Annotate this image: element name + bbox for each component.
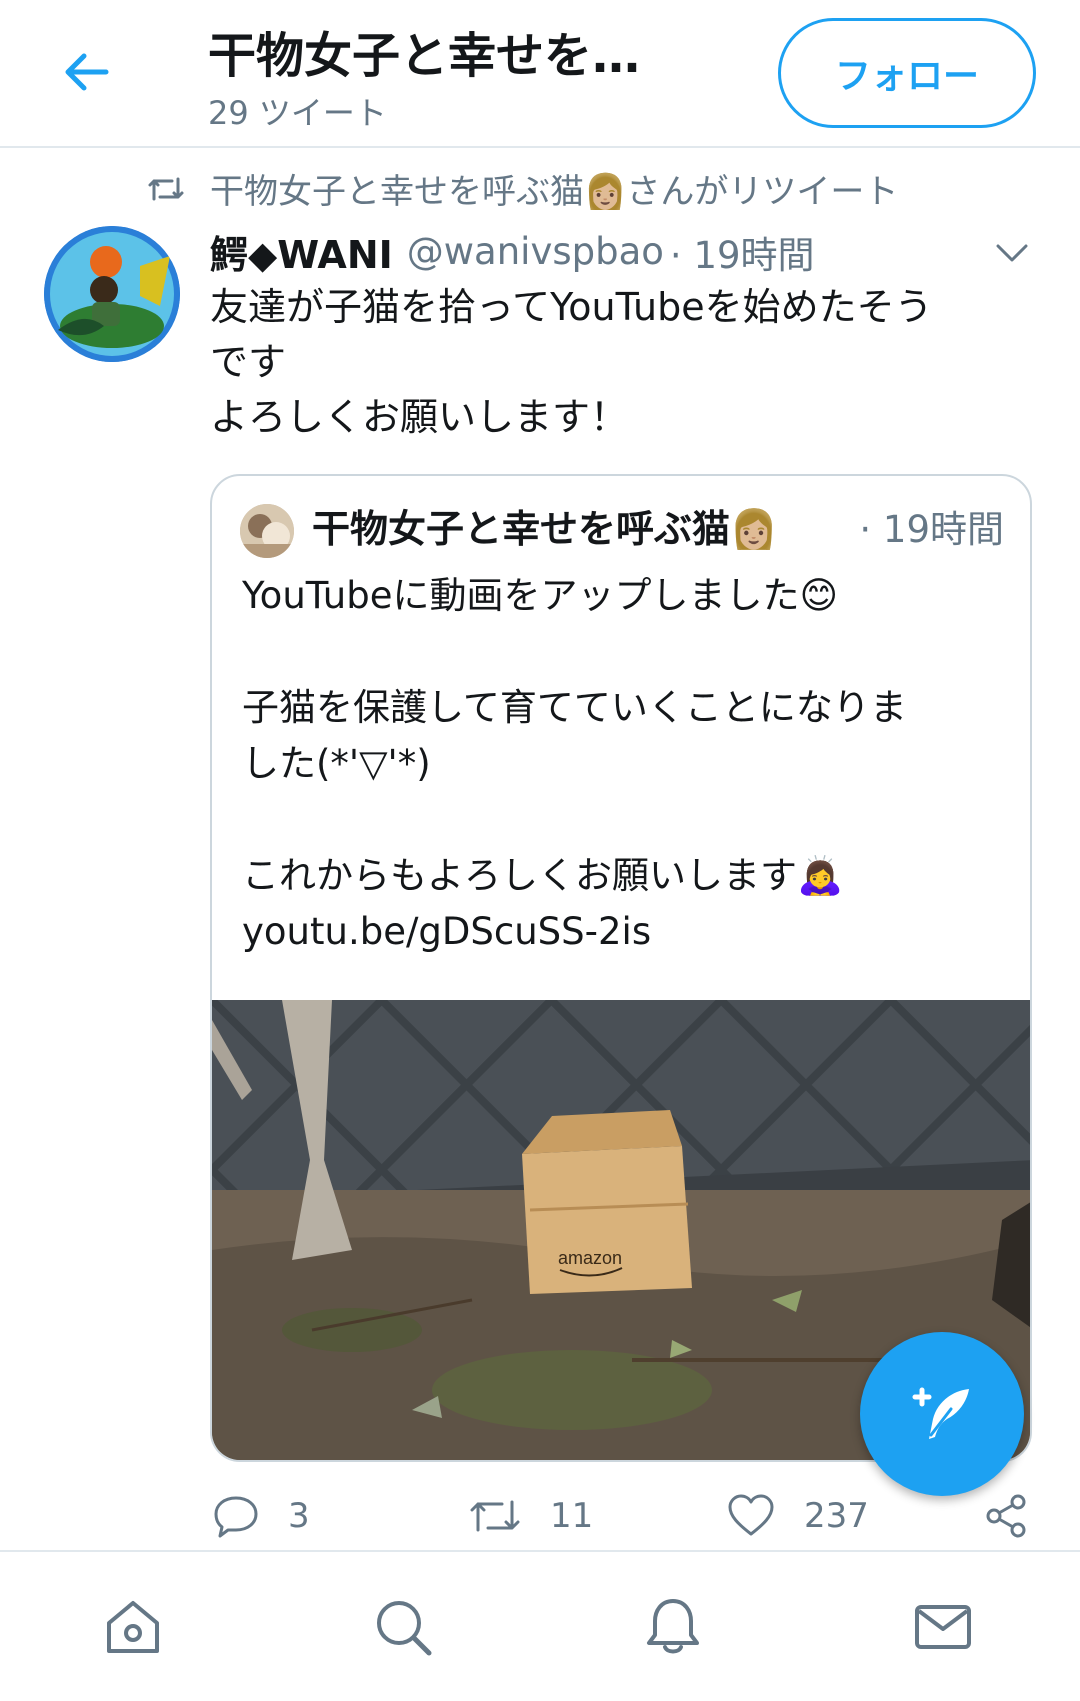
quoted-text-line: 子猫を保護して育てていくことになりま xyxy=(242,686,907,729)
like-button[interactable]: 237 xyxy=(726,1484,869,1548)
quoted-text-line xyxy=(242,624,1012,680)
box-label: amazon xyxy=(558,1248,622,1268)
nav-search[interactable] xyxy=(368,1592,438,1662)
search-icon xyxy=(377,1601,432,1656)
reply-icon xyxy=(214,1496,258,1538)
quoted-author-avatar xyxy=(240,504,294,558)
home-icon xyxy=(107,1601,159,1653)
quoted-text-line xyxy=(242,792,1012,848)
tweet-text-line: です xyxy=(210,340,287,384)
profile-header: 干物女子と幸せを… 29 ツイート フォロー xyxy=(0,0,1080,148)
quoted-text-line: これからもよろしくお願いします🙇‍♀️ xyxy=(242,854,844,897)
author-avatar[interactable] xyxy=(44,226,180,362)
quoted-tweet-text: YouTubeに動画をアップしました😊 子猫を保護して育てていくことになりま し… xyxy=(242,568,1012,960)
notifications-icon xyxy=(647,1599,699,1654)
quoted-text-line: した(*'▽'*) xyxy=(242,742,431,785)
share-icon xyxy=(986,1494,1026,1538)
tweet-text-line: 友達が子猫を拾ってYouTubeを始めたそう xyxy=(210,285,933,329)
quoted-author-name: 干物女子と幸せを呼ぶ猫👩🏼 xyxy=(312,507,778,551)
heart-icon xyxy=(728,1494,774,1536)
bottom-navigation xyxy=(0,1550,1080,1701)
nav-messages[interactable] xyxy=(908,1592,978,1662)
author-handle[interactable]: @wanivspbao xyxy=(407,230,664,273)
compose-feather-icon xyxy=(912,1387,969,1439)
tweet-action-bar: 3 11 237 xyxy=(0,1484,1080,1548)
reply-count: 3 xyxy=(288,1496,310,1536)
retweet-count: 11 xyxy=(550,1496,594,1536)
retweet-context[interactable]: 干物女子と幸せを呼ぶ猫👩🏼さんがリツイート xyxy=(146,164,898,213)
retweet-button[interactable]: 11 xyxy=(468,1484,593,1548)
tweet-text-line: よろしくお願いします！ xyxy=(210,395,629,439)
retweet-context-text: 干物女子と幸せを呼ぶ猫👩🏼さんがリツイート xyxy=(210,172,899,212)
page-title: 干物女子と幸せを… xyxy=(208,28,641,84)
nav-notifications[interactable] xyxy=(638,1592,708,1662)
messages-icon xyxy=(915,1605,971,1649)
tweet-author-row: 鰐◆WANI @wanivspbao · 19時間 xyxy=(210,224,1020,279)
quoted-tweet-card[interactable]: 干物女子と幸せを呼ぶ猫👩🏼 · 19時間 YouTubeに動画をアップしました😊… xyxy=(210,474,1032,1462)
retweet-icon xyxy=(148,177,184,200)
like-count: 237 xyxy=(804,1496,869,1536)
tweet-text: 友達が子猫を拾ってYouTubeを始めたそう です よろしくお願いします！ xyxy=(210,280,1030,445)
tweet-time[interactable]: · 19時間 xyxy=(670,225,815,279)
follow-button[interactable]: フォロー xyxy=(778,18,1036,128)
back-button[interactable] xyxy=(56,42,116,102)
retweet-icon xyxy=(470,1500,520,1532)
arrow-left-icon xyxy=(65,53,109,91)
reply-button[interactable]: 3 xyxy=(212,1484,310,1548)
author-name[interactable]: 鰐◆WANI xyxy=(210,224,393,279)
tweet-count: 29 ツイート xyxy=(208,94,387,132)
quoted-text-line: YouTubeに動画をアップしました😊 xyxy=(242,574,839,617)
quoted-link[interactable]: youtu.be/gDScuSS-2is xyxy=(242,904,1012,960)
nav-home[interactable] xyxy=(98,1592,168,1662)
quoted-author-row: 干物女子と幸せを呼ぶ猫👩🏼 · 19時間 xyxy=(312,498,1004,553)
share-button[interactable] xyxy=(982,1484,1030,1548)
chevron-down-icon[interactable] xyxy=(992,238,1032,268)
quoted-tweet-time: · 19時間 xyxy=(859,507,1004,551)
compose-tweet-button[interactable] xyxy=(860,1332,1024,1496)
